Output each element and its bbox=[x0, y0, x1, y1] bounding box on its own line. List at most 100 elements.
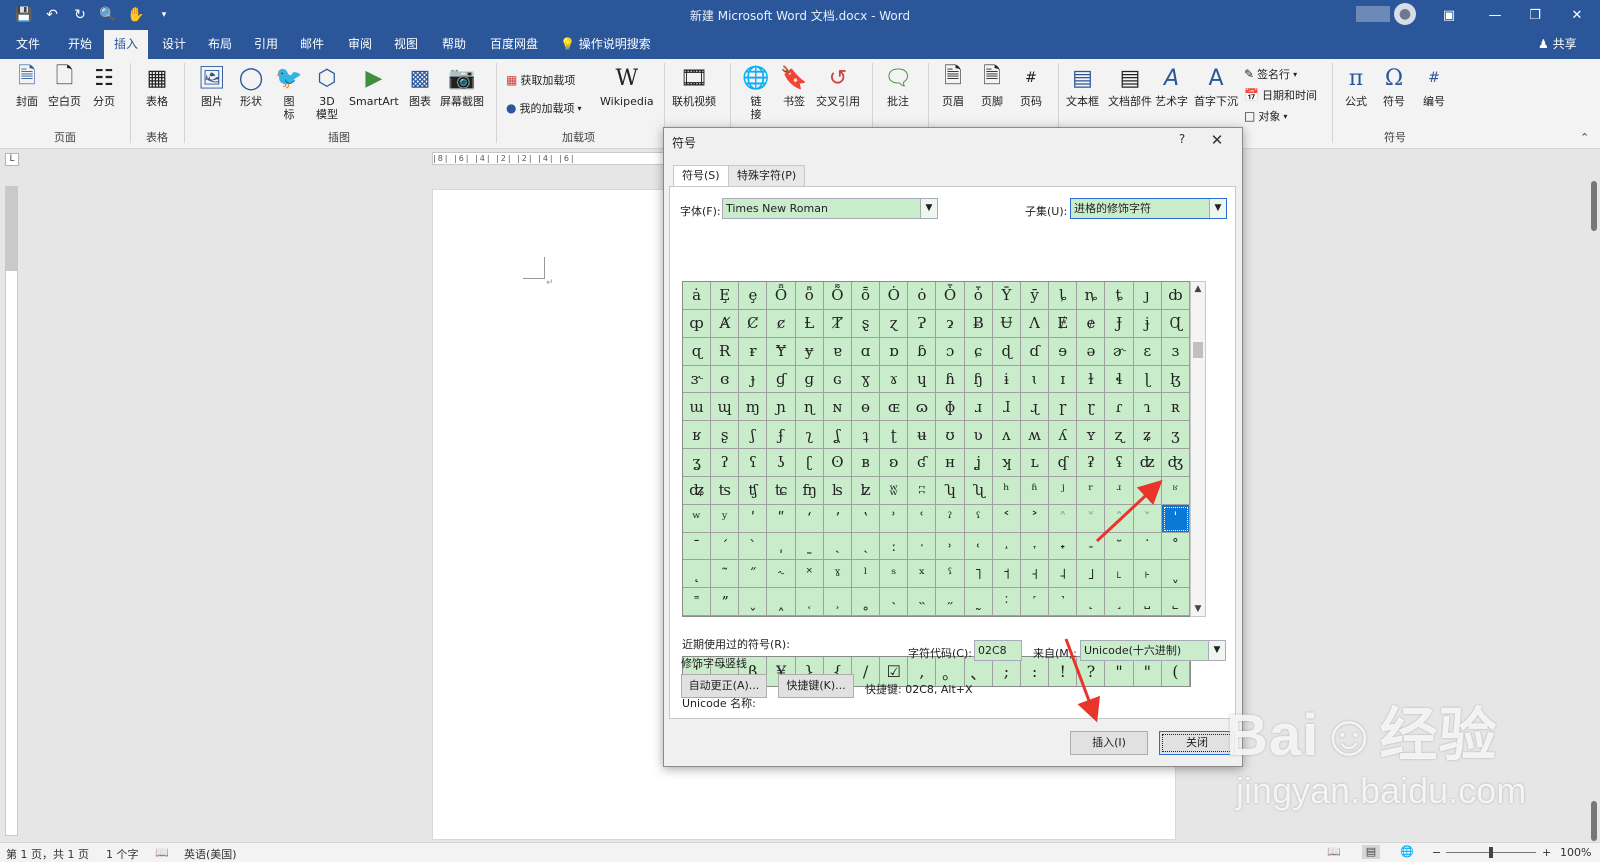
symbol-cell[interactable]: ʖ bbox=[767, 449, 796, 477]
symbol-cell[interactable]: ʹ bbox=[739, 504, 768, 533]
symbol-cell[interactable]: ȴ bbox=[1049, 282, 1078, 310]
symbol-grid-scrollbar[interactable]: ▲ ▼ bbox=[1190, 281, 1206, 617]
font-select[interactable]: Times New Roman ▼ bbox=[722, 198, 938, 219]
symbol-cell[interactable]: ɚ bbox=[1105, 337, 1134, 366]
object-button[interactable]: □ 对象 ▾ bbox=[1244, 108, 1287, 124]
symbol-cell[interactable]: ʅ bbox=[795, 421, 824, 449]
symbol-cell[interactable]: ʆ bbox=[823, 421, 852, 449]
signature-line-button[interactable]: ✎ 签名行 ▾ bbox=[1244, 66, 1297, 82]
symbol-cell[interactable]: ʐ bbox=[1105, 421, 1134, 449]
symbol-cell[interactable]: ʲ bbox=[1049, 476, 1078, 505]
symbol-cell[interactable]: ɫ bbox=[1077, 365, 1106, 394]
symbol-cell[interactable]: Ɋ bbox=[1161, 309, 1190, 338]
symbol-cell[interactable]: ɏ bbox=[795, 337, 824, 366]
symbol-cell[interactable]: ˟ bbox=[795, 560, 824, 589]
symbol-cell[interactable]: ʙ bbox=[851, 449, 881, 477]
symbol-cell[interactable]: ˫ bbox=[1133, 560, 1162, 589]
symbol-cell[interactable]: ʸ bbox=[711, 504, 740, 533]
symbol-cell[interactable]: ˇ bbox=[1133, 504, 1162, 533]
proofing-icon[interactable]: 📖 bbox=[155, 846, 169, 859]
symbol-cell[interactable]: ɼ bbox=[1049, 393, 1078, 422]
symbol-cell[interactable]: ȷ bbox=[1133, 282, 1162, 310]
symbol-cell[interactable]: Ɏ bbox=[767, 337, 796, 366]
symbol-cell[interactable]: Ʌ bbox=[1020, 309, 1050, 338]
recent-symbol-cell[interactable]: ; bbox=[993, 657, 1021, 686]
symbol-cell[interactable]: ˱ bbox=[795, 588, 824, 616]
symbol-cell[interactable]: ɳ bbox=[795, 393, 824, 422]
ribbon-display-options-icon[interactable]: ▣ bbox=[1426, 0, 1472, 30]
symbol-cell[interactable]: ˨ bbox=[1049, 560, 1078, 589]
symbol-cell[interactable]: ɖ bbox=[992, 337, 1021, 366]
symbol-cell[interactable]: ȯ bbox=[908, 282, 937, 310]
scrollbar-thumb[interactable] bbox=[1591, 801, 1597, 841]
symbol-cell[interactable]: ʼ bbox=[823, 504, 852, 533]
symbol-cell[interactable]: ˩ bbox=[1077, 560, 1106, 589]
tab-view[interactable]: 视图 bbox=[384, 30, 428, 59]
symbol-cell[interactable]: Ȫ bbox=[767, 282, 796, 310]
symbol-cell[interactable]: ˽ bbox=[1133, 588, 1162, 616]
symbol-cell[interactable]: ʺ bbox=[767, 504, 796, 533]
symbol-cell[interactable]: ɵ bbox=[851, 393, 881, 422]
symbol-cell[interactable]: ˤ bbox=[936, 560, 965, 589]
symbol-cell[interactable]: ʿ bbox=[908, 504, 937, 533]
symbol-cell[interactable]: ȱ bbox=[964, 282, 993, 310]
symbol-cell[interactable]: ɬ bbox=[1105, 365, 1134, 394]
symbol-cell[interactable]: ˋ bbox=[739, 532, 768, 561]
symbol-cell[interactable]: ˕ bbox=[1020, 532, 1050, 561]
symbol-cell[interactable]: ˵ bbox=[908, 588, 937, 616]
print-layout-icon[interactable]: ▤ bbox=[1362, 845, 1380, 859]
symbol-cell[interactable]: ɇ bbox=[1077, 309, 1106, 338]
symbol-cell[interactable]: Ƀ bbox=[964, 309, 993, 338]
symbol-cell[interactable]: ɔ bbox=[936, 337, 965, 366]
symbol-cell[interactable]: ɥ bbox=[908, 365, 937, 394]
symbol-cell[interactable]: ȹ bbox=[683, 309, 712, 338]
scroll-down-icon[interactable]: ▼ bbox=[1191, 602, 1205, 616]
read-mode-icon[interactable]: 📖 bbox=[1325, 845, 1343, 859]
3d-models-button[interactable]: ⬡ 3D 模型 bbox=[313, 63, 341, 122]
symbol-cell[interactable]: ɭ bbox=[1133, 365, 1162, 394]
symbol-cell[interactable]: ˾ bbox=[1161, 588, 1190, 616]
symbol-cell[interactable]: ɷ bbox=[908, 393, 937, 422]
symbol-cell[interactable]: ʇ bbox=[851, 421, 881, 449]
get-addins-button[interactable]: ▦ 获取加载项 bbox=[506, 72, 575, 88]
number-button[interactable]: # 编号 bbox=[1420, 63, 1448, 108]
symbol-cell[interactable]: ɞ bbox=[711, 365, 740, 394]
symbol-cell[interactable]: ʴ bbox=[1105, 476, 1134, 505]
symbol-cell[interactable]: ȧ bbox=[683, 282, 712, 310]
symbol-cell[interactable]: ʠ bbox=[1049, 449, 1078, 477]
symbol-cell[interactable]: ʫ bbox=[851, 476, 881, 505]
recent-symbol-cell[interactable]: " bbox=[1105, 657, 1134, 686]
cover-page-button[interactable]: 🗎 封面 bbox=[13, 63, 41, 108]
symbol-cell[interactable]: ȶ bbox=[1105, 282, 1134, 310]
symbol-cell[interactable]: ɰ bbox=[711, 393, 740, 422]
language-indicator[interactable]: 英语(美国) bbox=[184, 846, 237, 862]
symbol-cell[interactable]: ɐ bbox=[823, 337, 852, 366]
equation-button[interactable]: π 公式 bbox=[1342, 63, 1370, 109]
symbol-cell[interactable]: ʈ bbox=[880, 421, 909, 449]
wordart-button[interactable]: A 艺术字 bbox=[1155, 63, 1188, 109]
symbol-cell[interactable]: ˥ bbox=[964, 560, 993, 589]
symbol-cell[interactable]: ʃ bbox=[739, 421, 768, 449]
autocorrect-button[interactable]: 自动更正(A)... bbox=[681, 674, 767, 698]
symbol-cell[interactable]: ɡ bbox=[795, 365, 824, 394]
symbol-cell[interactable]: ɛ bbox=[1133, 337, 1162, 366]
symbol-cell[interactable]: ɜ bbox=[1161, 337, 1190, 366]
symbol-cell[interactable]: ʮ bbox=[936, 476, 965, 505]
symbol-cell[interactable]: Ƚ bbox=[795, 309, 824, 338]
symbol-cell[interactable]: ʀ bbox=[1161, 393, 1190, 422]
symbol-cell[interactable]: ʯ bbox=[964, 476, 993, 505]
horizontal-ruler[interactable]: |8| |6| |4| |2| |2| |4| |6| bbox=[432, 152, 668, 165]
symbol-cell[interactable]: ː bbox=[880, 532, 909, 561]
symbol-cell[interactable]: ˼ bbox=[1105, 588, 1134, 616]
symbol-cell[interactable]: ɟ bbox=[739, 365, 768, 394]
collapse-ribbon-icon[interactable]: ⌃ bbox=[1580, 131, 1589, 144]
symbol-cell[interactable]: ˷ bbox=[964, 588, 993, 616]
symbol-cell[interactable]: ɤ bbox=[880, 365, 909, 394]
restore-icon[interactable]: ❐ bbox=[1512, 0, 1558, 30]
symbol-cell[interactable]: ɉ bbox=[1133, 309, 1162, 338]
scrollbar-thumb[interactable] bbox=[1193, 342, 1203, 358]
tab-review[interactable]: 审阅 bbox=[338, 30, 382, 59]
symbol-cell[interactable]: ˹ bbox=[1020, 588, 1050, 616]
symbol-cell[interactable]: ʓ bbox=[683, 449, 712, 477]
symbol-cell[interactable]: ȭ bbox=[851, 282, 881, 310]
